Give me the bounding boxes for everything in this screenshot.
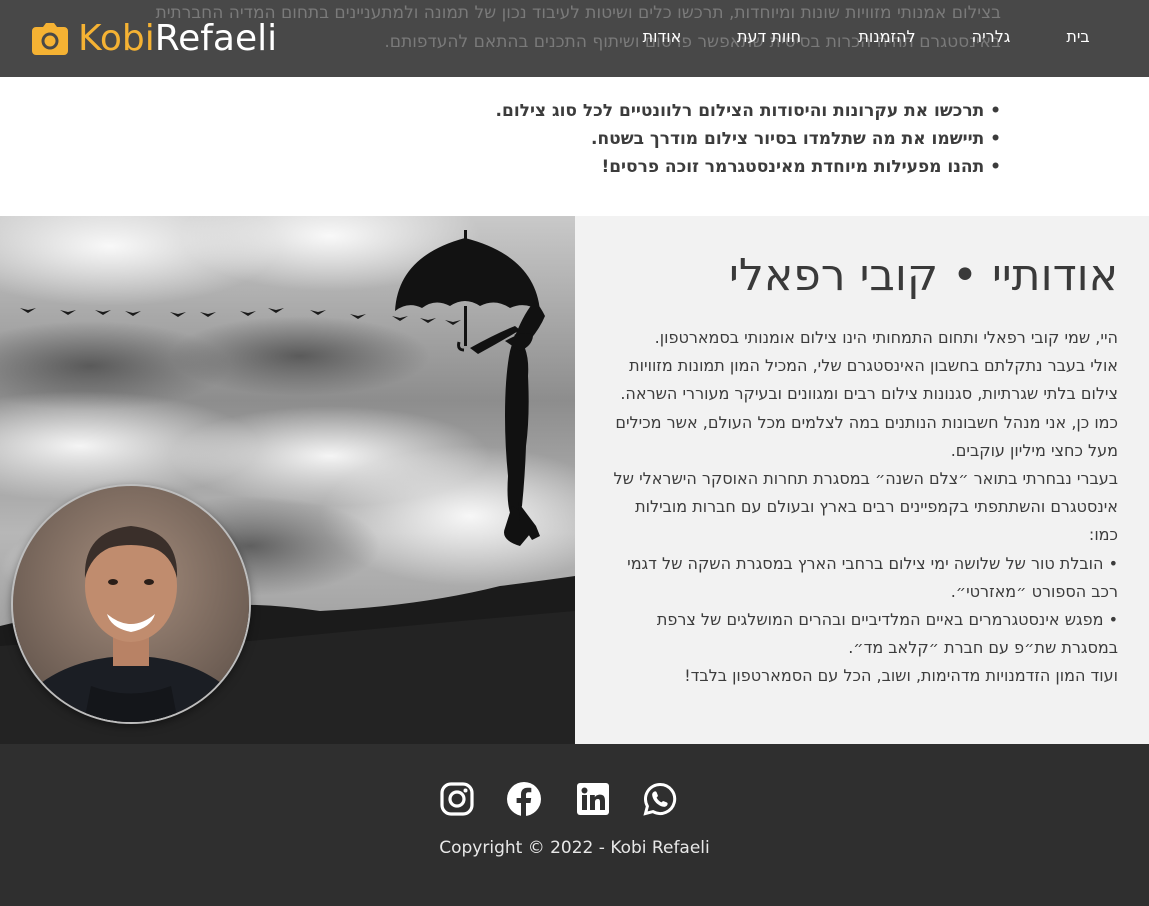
linkedin-icon[interactable] [576, 782, 610, 816]
about-paragraph: • הובלת טור של שלושה ימי צילום ברחבי האר… [627, 553, 1118, 601]
social-links [0, 782, 1149, 816]
nav-item-booking[interactable]: להזמנות [858, 27, 915, 46]
about-paragraph: ועוד המון הזדמנויות מדהימות, ושוב, הכל ע… [684, 666, 1118, 686]
about-paragraph: בעברי נבחרתי בתואר ״צלם השנה״ במסגרת תחר… [613, 469, 1118, 545]
site-logo[interactable]: Kobi Refaeli [32, 18, 277, 60]
about-section: אודותיי • קובי רפאלי היי, שמי קובי רפאלי… [0, 216, 1149, 744]
about-paragraph: אולי בעבר נתקלתם בחשבון האינסטגרם שלי, ה… [620, 356, 1118, 404]
course-highlights: • תרכשו את עקרונות והיסודות הצילום רלוונ… [0, 77, 1149, 216]
about-title: אודותיי • קובי רפאלי [729, 250, 1118, 301]
nav-item-about[interactable]: אודות [643, 27, 682, 46]
nav-item-testimonials[interactable]: חוות דעת [737, 27, 801, 46]
about-paragraph: היי, שמי קובי רפאלי ותחום התמחותי הינו צ… [654, 328, 1118, 347]
facebook-icon[interactable] [507, 782, 541, 816]
nav-item-gallery[interactable]: גלריה [972, 27, 1011, 46]
copyright-text: Copyright © 2022 - Kobi Refaeli [439, 838, 710, 858]
instagram-icon[interactable] [440, 782, 474, 816]
about-text-panel: אודותיי • קובי רפאלי היי, שמי קובי רפאלי… [575, 216, 1149, 744]
about-body: היי, שמי קובי רפאלי ותחום התמחותי הינו צ… [603, 324, 1118, 691]
list-item: • תרכשו את עקרונות והיסודות הצילום רלוונ… [495, 101, 1001, 121]
nav-item-home[interactable]: בית [1066, 27, 1089, 46]
list-item: • תהנו מפעילות מיוחדת מאינסטגרמר זוכה פר… [601, 157, 1001, 177]
about-hero-photo [0, 216, 575, 744]
highlights-list: • תרכשו את עקרונות והיסודות הצילום רלוונ… [496, 97, 1001, 181]
avatar [13, 486, 249, 722]
camera-icon [32, 23, 68, 55]
about-paragraph: • מפגש אינסטגרמרים באיים המלדיביים ובהרי… [656, 610, 1118, 658]
site-header: בצילום אמנותי מזוויות שונות ומיוחדות, תר… [0, 0, 1149, 77]
site-footer: Copyright © 2022 - Kobi Refaeli [0, 744, 1149, 906]
whatsapp-icon[interactable] [643, 782, 677, 816]
list-item: • תיישמו את מה שתלמדו בסיור צילום מודרך … [591, 129, 1001, 149]
about-paragraph: כמו כן, אני מנהל חשבונות הנותנים במה לצל… [615, 412, 1118, 460]
logo-text-first: Kobi [78, 18, 155, 59]
logo-text-last: Refaeli [154, 18, 278, 59]
